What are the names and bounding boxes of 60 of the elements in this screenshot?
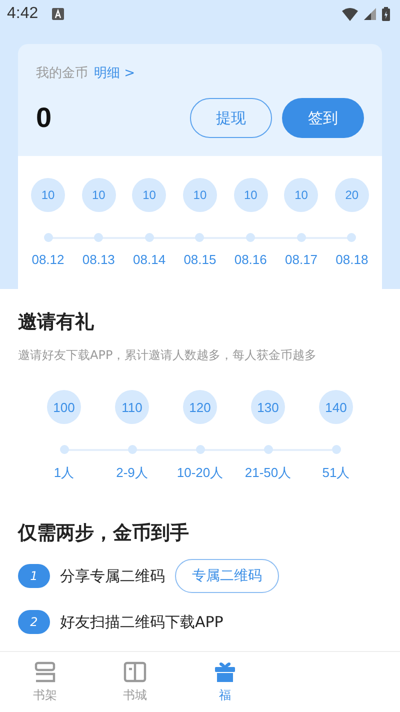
coin-bubble: 10 [182, 178, 217, 212]
coin-bubble: 10 [234, 178, 268, 212]
timeline-dot [196, 445, 204, 454]
section-title: 邀请有礼 [18, 310, 95, 335]
timeline-dot [94, 233, 104, 242]
tab-item[interactable]: 福 [180, 652, 270, 712]
coin-bubble: 140 [319, 390, 353, 424]
coin-bubble: 120 [183, 390, 217, 424]
status-time: 4:42 [7, 5, 38, 23]
withdraw-button[interactable]: 提现 [190, 98, 272, 138]
tab-item[interactable]: 书架 [0, 652, 90, 712]
coin-bubble: 10 [31, 178, 65, 212]
coin-bubble: 10 [82, 178, 116, 212]
battery-icon [382, 7, 390, 21]
coin-amount: 0 [36, 102, 53, 134]
coin-label: 我的金币 [36, 65, 88, 82]
coin-bubble: 10 [132, 178, 166, 212]
timeline-dot [296, 233, 306, 242]
date-label: 08.14 [133, 252, 166, 267]
date-label: 08.13 [82, 252, 115, 267]
wifi-icon [342, 8, 358, 20]
coin-bubble: 100 [47, 390, 81, 424]
tier-label: 10-20人 [176, 464, 224, 482]
coin-bubble: 130 [251, 390, 285, 424]
coin-bubble: 20 [334, 178, 369, 212]
tab-item[interactable]: 书城 [90, 652, 180, 712]
step-number: 1 [18, 564, 50, 588]
shelf-icon [33, 660, 57, 682]
qr-code-button[interactable]: 专属二维码 [175, 559, 279, 593]
tier-label: 1人 [54, 464, 74, 482]
timeline-dot [128, 445, 136, 454]
timeline-dot [60, 445, 68, 454]
section-subtitle: 邀请好友下载APP，累计邀请人数越多，每人获金币越多 [18, 347, 318, 364]
coin-bubble: 10 [284, 178, 318, 212]
timeline-dot [195, 233, 204, 242]
notification-icon [52, 8, 64, 20]
timeline-dot [264, 445, 272, 454]
date-label: 08.16 [234, 252, 267, 267]
timeline-dot [347, 233, 356, 242]
signal-icon [364, 8, 376, 20]
timeline-dot [246, 233, 256, 242]
date-label: 08.17 [285, 252, 318, 267]
step-text: 分享专属二维码 [60, 566, 165, 586]
tier-label: 51人 [322, 464, 350, 482]
coin-bubble: 110 [115, 390, 149, 424]
book-icon [123, 660, 147, 682]
date-label: 08.12 [32, 252, 64, 267]
tier-label: 2-9人 [116, 464, 148, 482]
step-text: 好友扫描二维码下载APP [60, 612, 224, 632]
step-number: 2 [18, 610, 50, 634]
gift-icon [213, 660, 237, 682]
checkin-button[interactable]: 签到 [282, 98, 364, 138]
timeline-dot [44, 233, 52, 242]
tier-label: 21-50人 [244, 464, 292, 482]
section-title: 仅需两步，金币到手 [18, 521, 190, 546]
date-label: 08.15 [184, 252, 216, 267]
timeline-dot [332, 445, 340, 454]
date-label: 08.18 [336, 252, 368, 267]
detail-link[interactable]: 明细 > [94, 64, 136, 82]
timeline-dot [144, 233, 154, 242]
